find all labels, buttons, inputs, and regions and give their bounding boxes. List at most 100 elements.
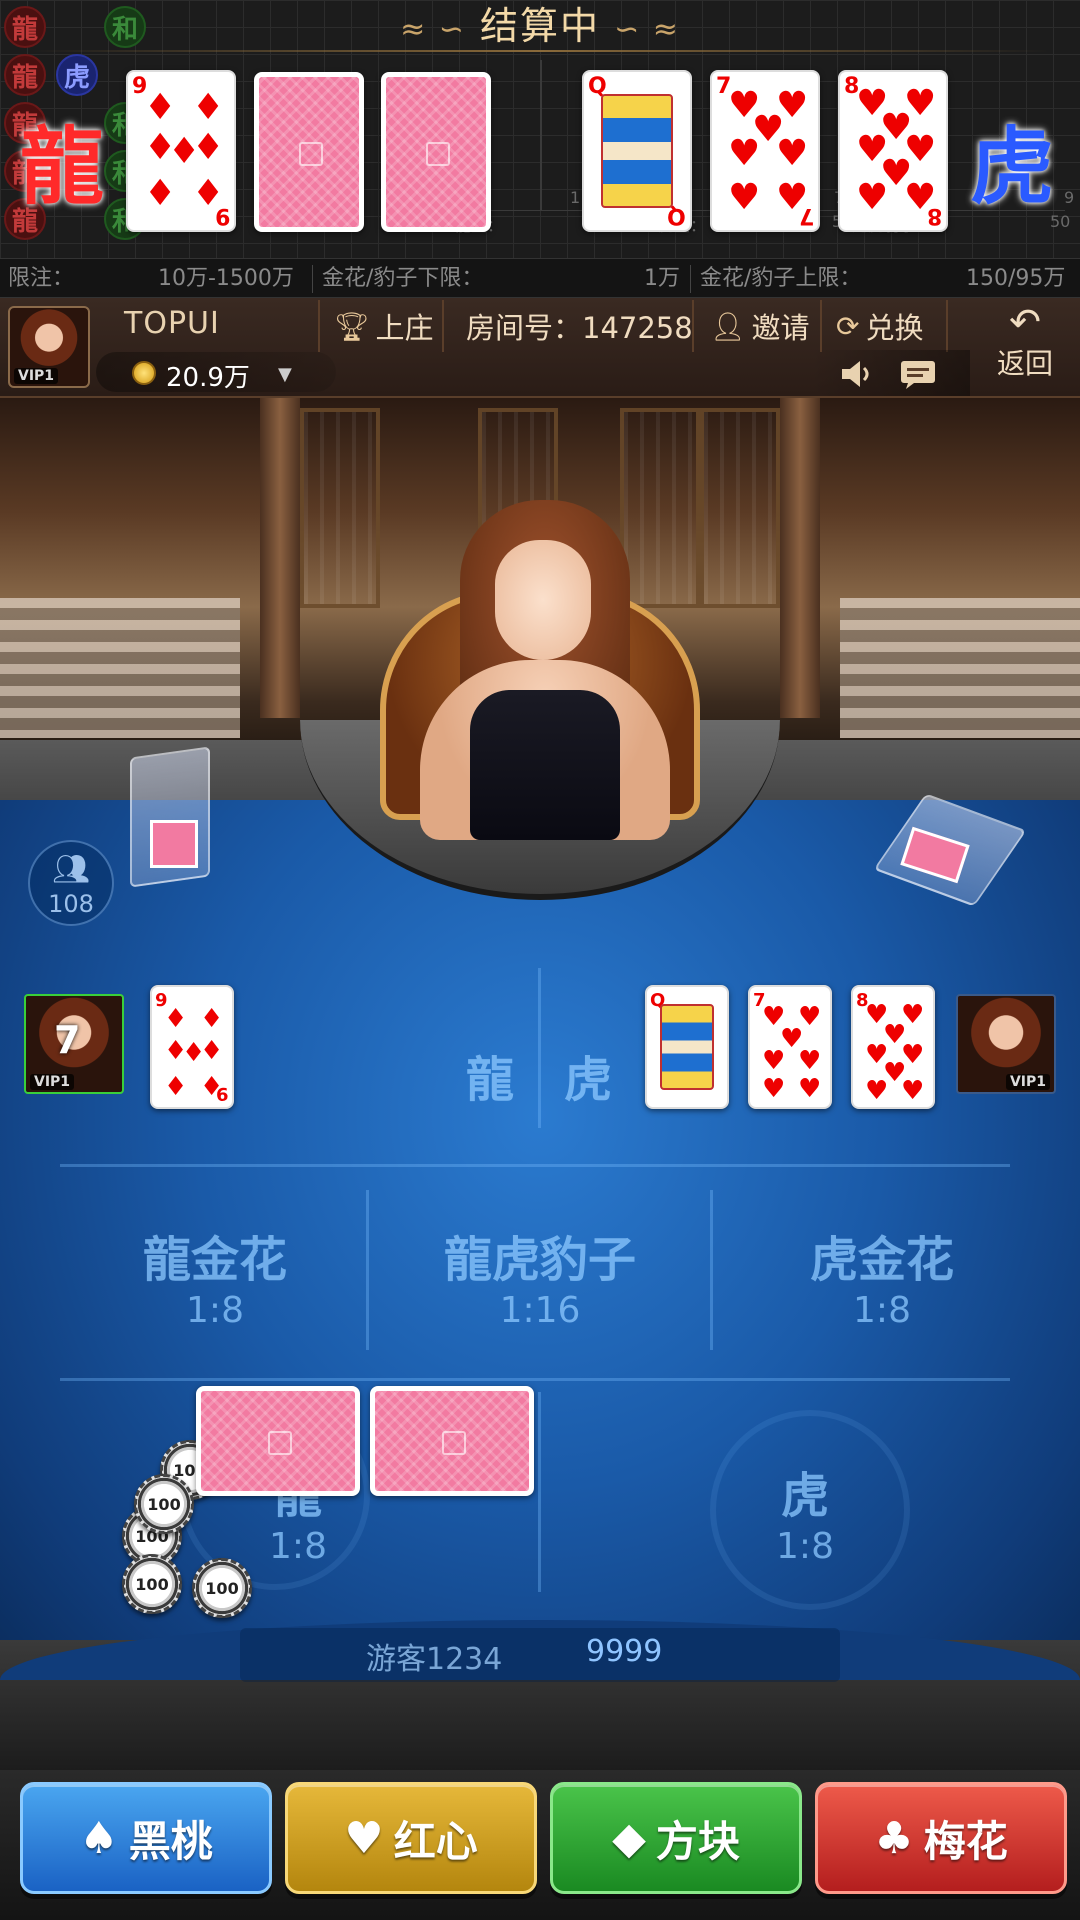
staircase — [840, 598, 1080, 738]
guest-coins: 9999 — [586, 1634, 663, 1669]
diamond-icon: ♦ — [200, 1004, 224, 1034]
limit-value: 10万-1500万 — [158, 266, 294, 291]
pillar — [780, 398, 820, 718]
right-player-card-7-hearts: 7 ♥ ♥ ♥ ♥ ♥ ♥ ♥ — [748, 985, 832, 1109]
diamond-label: 方块 — [655, 1816, 740, 1866]
spade-button[interactable]: ♠ 黑桃 — [20, 1782, 272, 1894]
bet-zone-odds: 1:8 — [776, 1526, 834, 1567]
dragon-card-facedown — [254, 72, 364, 232]
club-button[interactable]: ♣ 梅花 — [815, 1782, 1067, 1894]
add-user-icon: 👤︎ — [710, 309, 746, 343]
chevron-down-icon[interactable]: ▼ — [278, 364, 292, 385]
vip-badge: VIP1 — [14, 368, 59, 384]
stat-value: 1 — [570, 188, 581, 207]
diamond-icon: ♦ — [192, 173, 225, 214]
chip-100: 100 — [122, 1554, 182, 1614]
invite-button[interactable]: 👤︎ 邀请 — [710, 304, 810, 348]
center-dragon-label: 龍 — [466, 1052, 515, 1108]
bet-zone-label: 龍金花 — [142, 1232, 287, 1288]
bet-zone-label: 龍虎豹子 — [443, 1232, 636, 1288]
dragon-card-facedown — [381, 72, 491, 232]
heart-icon: ♥ — [904, 177, 937, 218]
diamond-icon: ♦ — [200, 1072, 224, 1102]
queen-face-icon — [659, 1003, 715, 1091]
back-button[interactable]: ↶ 返回 — [990, 302, 1060, 382]
right-player-card-8-hearts: 8 ♥ ♥ ♥ ♥ ♥ ♥ ♥ ♥ — [851, 985, 935, 1109]
heart-label: 红心 — [393, 1816, 478, 1866]
divider — [318, 300, 320, 352]
room-number: 房间号：147258 — [466, 304, 693, 348]
bet-zone-tiger[interactable]: 虎 1:8 — [545, 1400, 1065, 1600]
title-divider — [30, 50, 1050, 52]
limit-label: 限注： — [8, 266, 75, 291]
heart-icon: ♥ — [856, 177, 889, 218]
divider — [946, 300, 948, 352]
bet-zone-label: 虎金花 — [809, 1232, 954, 1288]
heart-icon: ♥ — [728, 177, 761, 218]
exchange-button[interactable]: ⟳ 兑换 — [836, 304, 923, 348]
divider — [692, 300, 694, 352]
bet-zone-dragon-flush[interactable]: 龍金花 1:8 — [60, 1190, 370, 1350]
settling-title-text: 结算中 — [479, 4, 600, 48]
limit-bar: 限注： 10万-1500万 金花/豹子下限： 1万 金花/豹子上限： 150/9… — [0, 258, 1080, 298]
heart-icon: ♥ — [762, 1074, 786, 1104]
dragon-card-9-diamonds: 9 9 ♦ ♦ ♦ ♦ ♦ ♦ ♦ — [126, 70, 236, 232]
stat-value: 9 — [1064, 188, 1075, 207]
vip-badge: VIP1 — [1005, 1074, 1050, 1090]
banker-label: 上庄 — [375, 311, 434, 345]
online-count: 108 — [48, 890, 94, 918]
bet-zone-label: 虎 — [780, 1468, 829, 1524]
player-avatar[interactable]: VIP1 — [8, 306, 90, 388]
diamond-icon: ♦ — [192, 127, 225, 168]
heart-icon: ♥ — [865, 1076, 889, 1106]
divider — [690, 265, 691, 293]
queen-face-icon — [600, 94, 674, 208]
heart-icon: ♥ — [728, 133, 761, 174]
diamond-button[interactable]: ◆ 方块 — [550, 1782, 802, 1894]
diamond-icon: ♦ — [200, 1036, 224, 1066]
ornament-icon: ≈ ∽ — [400, 12, 466, 47]
club-label: 梅花 — [923, 1816, 1008, 1866]
ornament-icon: ∽ ≈ — [614, 12, 680, 47]
back-arrow-icon: ↶ — [1009, 300, 1041, 344]
exchange-label: 兑换 — [865, 311, 924, 345]
table-divider — [60, 1378, 1010, 1381]
min-limit-value: 1万 — [644, 266, 680, 291]
heart-icon: ♥ — [798, 1074, 822, 1104]
pillar — [260, 398, 300, 718]
seat-number: 7 — [54, 1018, 81, 1062]
spade-icon: ♠ — [79, 1812, 119, 1864]
card-back-icon — [150, 820, 198, 868]
left-player-avatar[interactable]: 7 VIP1 — [24, 994, 124, 1094]
left-player-card-9-diamonds: 9 9 ♦ ♦ ♦ ♦ ♦ ♦ ♦ — [150, 985, 234, 1109]
table-divider — [60, 1164, 1010, 1167]
result-band: 龍 龍 龍 龍 龍 和 虎 和 和 和 龍金： 9 虎金： 5 龙虎豹子： 50… — [0, 0, 1080, 258]
tiger-card-7-hearts: 7 7 ♥ ♥ ♥ ♥ ♥ ♥ ♥ — [710, 70, 820, 232]
chat-icon[interactable] — [898, 358, 938, 390]
dealer-face — [495, 540, 591, 660]
tiger-card-8-hearts: 8 8 ♥ ♥ ♥ ♥ ♥ ♥ ♥ ♥ — [838, 70, 948, 232]
dealer-dress — [470, 690, 620, 840]
divider — [820, 300, 822, 352]
center-divider — [540, 60, 542, 210]
diamond-icon: ♦ — [144, 173, 177, 214]
bet-zone-tiger-flush[interactable]: 虎金花 1:8 — [722, 1190, 1042, 1350]
bet-zone-leopard[interactable]: 龍虎豹子 1:16 — [380, 1190, 700, 1350]
divider — [442, 300, 444, 352]
spade-label: 黑桃 — [128, 1816, 213, 1866]
right-player-avatar[interactable]: VIP1 — [956, 994, 1056, 1094]
online-players-button[interactable]: 👥︎ 108 — [28, 840, 114, 926]
guest-info-bar — [240, 1628, 840, 1682]
table-card-facedown — [196, 1386, 360, 1496]
zone-divider — [538, 1392, 541, 1592]
vip-badge: VIP1 — [30, 1074, 75, 1090]
speaker-icon[interactable] — [838, 358, 878, 390]
tiger-title: 虎 — [970, 117, 1055, 216]
icon-tray — [810, 350, 970, 396]
history-dot: 虎 — [56, 54, 98, 96]
coin-icon — [132, 361, 156, 385]
diamond-icon: ◆ — [612, 1812, 646, 1864]
staircase — [0, 598, 240, 738]
heart-button[interactable]: ♥ 红心 — [285, 1782, 537, 1894]
banker-button[interactable]: 🏆︎ 上庄 — [334, 304, 434, 348]
